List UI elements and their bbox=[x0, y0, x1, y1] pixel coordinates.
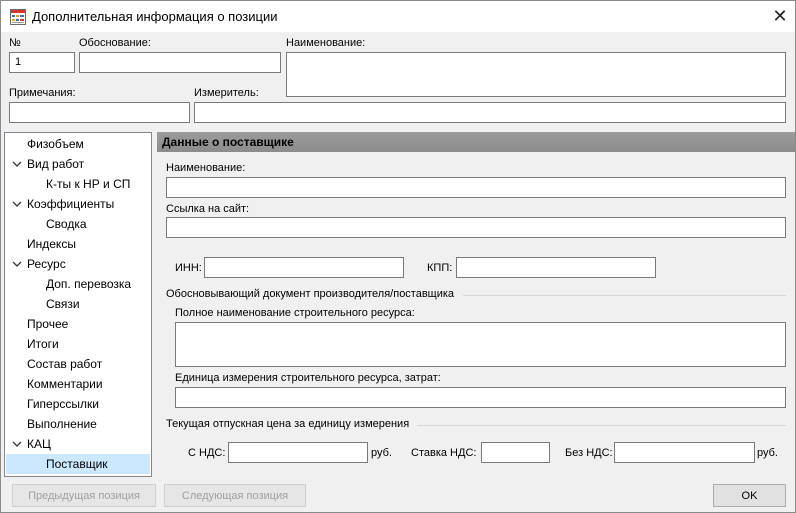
tree-item-label: КАЦ bbox=[27, 437, 51, 451]
tree-item-состав-работ[interactable]: Состав работ bbox=[6, 354, 150, 374]
resource-unit-field[interactable] bbox=[175, 387, 786, 408]
tree-item-label: Коэффициенты bbox=[27, 197, 115, 211]
inn-label: ИНН: bbox=[175, 262, 202, 274]
position-name-field[interactable] bbox=[286, 52, 786, 97]
tree-item-label: Сводка bbox=[46, 217, 87, 231]
tree-item-сводка[interactable]: Сводка bbox=[6, 214, 150, 234]
tree-item-кац[interactable]: КАЦ bbox=[6, 434, 150, 454]
tree-item-label: Ресурс bbox=[27, 257, 66, 271]
tree-item-вид-работ[interactable]: Вид работ bbox=[6, 154, 150, 174]
tree-item-label: К-ты к НР и СП bbox=[46, 177, 131, 191]
with-vat-field[interactable] bbox=[228, 442, 368, 463]
number-label: № bbox=[9, 37, 21, 49]
chevron-down-icon[interactable] bbox=[11, 154, 23, 174]
chevron-down-icon[interactable] bbox=[11, 194, 23, 214]
tree-item-связи[interactable]: Связи bbox=[6, 294, 150, 314]
price-group-divider bbox=[417, 425, 786, 426]
panel-title: Данные о поставщике bbox=[162, 135, 294, 149]
tree-item-выполнение[interactable]: Выполнение bbox=[6, 414, 150, 434]
price-group-title: Текущая отпускная цена за единицу измере… bbox=[166, 418, 410, 430]
tree-item-индексы[interactable]: Индексы bbox=[6, 234, 150, 254]
unit-field[interactable] bbox=[194, 102, 786, 123]
website-field[interactable] bbox=[166, 217, 786, 238]
next-position-button[interactable]: Следующая позиция bbox=[164, 484, 306, 507]
tree-item-поставщик[interactable]: Поставщик bbox=[6, 454, 150, 474]
tree-item-label: Прочее bbox=[27, 317, 69, 331]
navigation-tree[interactable]: Физобъем Вид работ К-ты к НР и СП Коэффицие… bbox=[4, 132, 152, 477]
document-group-title: Обосновывающий документ производителя/по… bbox=[166, 288, 455, 300]
tree-item-label: Вид работ bbox=[27, 157, 85, 171]
tree-item-label: Физобъем bbox=[27, 137, 84, 151]
document-group-divider bbox=[463, 295, 786, 296]
chevron-down-icon[interactable] bbox=[11, 254, 23, 274]
close-icon: ✕ bbox=[772, 5, 788, 26]
previous-position-button[interactable]: Предыдущая позиция bbox=[12, 484, 156, 507]
tree-item-label: Итоги bbox=[27, 337, 59, 351]
vat-rate-label: Ставка НДС: bbox=[411, 447, 477, 459]
tree-item-гиперссылки[interactable]: Гиперссылки bbox=[6, 394, 150, 414]
notes-label: Примечания: bbox=[9, 87, 76, 99]
supplier-panel: Данные о поставщике Наименование: Ссылка… bbox=[157, 132, 795, 477]
without-vat-label: Без НДС: bbox=[565, 447, 613, 459]
tree-item-label: Выполнение bbox=[27, 417, 97, 431]
resource-name-field[interactable] bbox=[175, 322, 786, 367]
tree-item-label: Доп. перевозка bbox=[46, 277, 132, 291]
tree-item-label: Состав работ bbox=[27, 357, 103, 371]
inn-field[interactable] bbox=[204, 257, 404, 278]
close-button[interactable]: ✕ bbox=[765, 2, 795, 30]
with-vat-label: С НДС: bbox=[188, 447, 226, 459]
chevron-down-icon[interactable] bbox=[11, 434, 23, 454]
kpp-field[interactable] bbox=[456, 257, 656, 278]
tree-item-прочее[interactable]: Прочее bbox=[6, 314, 150, 334]
resource-unit-label: Единица измерения строительного ресурса,… bbox=[175, 372, 441, 384]
tree-item-итоги[interactable]: Итоги bbox=[6, 334, 150, 354]
supplier-name-label: Наименование: bbox=[166, 162, 246, 174]
kpp-label: КПП: bbox=[427, 262, 453, 274]
table-grid-icon bbox=[10, 9, 26, 25]
vat-rate-field[interactable] bbox=[481, 442, 550, 463]
tree-item-label: Связи bbox=[46, 297, 80, 311]
number-field[interactable]: 1 bbox=[9, 52, 75, 73]
ok-button[interactable]: OK bbox=[713, 484, 786, 507]
tree-item-label: Индексы bbox=[27, 237, 76, 251]
unit-label: Измеритель: bbox=[194, 87, 259, 99]
website-label: Ссылка на сайт: bbox=[166, 203, 250, 215]
justification-field[interactable] bbox=[79, 52, 281, 73]
window-title: Дополнительная информация о позиции bbox=[32, 9, 278, 24]
tree-item-label: Гиперссылки bbox=[27, 397, 99, 411]
panel-header: Данные о поставщике bbox=[157, 132, 795, 152]
tree-item-физобъем[interactable]: Физобъем bbox=[6, 134, 150, 154]
tree-item-комментарии[interactable]: Комментарии bbox=[6, 374, 150, 394]
position-name-label: Наименование: bbox=[286, 37, 366, 49]
supplier-name-field[interactable] bbox=[166, 177, 786, 198]
tree-item-к-ты-к-нр-и-сп[interactable]: К-ты к НР и СП bbox=[6, 174, 150, 194]
currency-label-2: руб. bbox=[757, 447, 778, 459]
tree-item-ресурс[interactable]: Ресурс bbox=[6, 254, 150, 274]
tree-item-label: Комментарии bbox=[27, 377, 103, 391]
dialog-window: Дополнительная информация о позиции ✕ № … bbox=[0, 0, 796, 513]
title-bar: Дополнительная информация о позиции ✕ bbox=[1, 1, 795, 32]
notes-field[interactable] bbox=[9, 102, 190, 123]
tree-item-коэффициенты[interactable]: Коэффициенты bbox=[6, 194, 150, 214]
tree-item-label: Поставщик bbox=[46, 457, 108, 471]
tree-item-доп-перевозка[interactable]: Доп. перевозка bbox=[6, 274, 150, 294]
currency-label-1: руб. bbox=[371, 447, 392, 459]
justification-label: Обоснование: bbox=[79, 37, 151, 49]
without-vat-field[interactable] bbox=[614, 442, 755, 463]
resource-name-label: Полное наименование строительного ресурс… bbox=[175, 307, 415, 319]
